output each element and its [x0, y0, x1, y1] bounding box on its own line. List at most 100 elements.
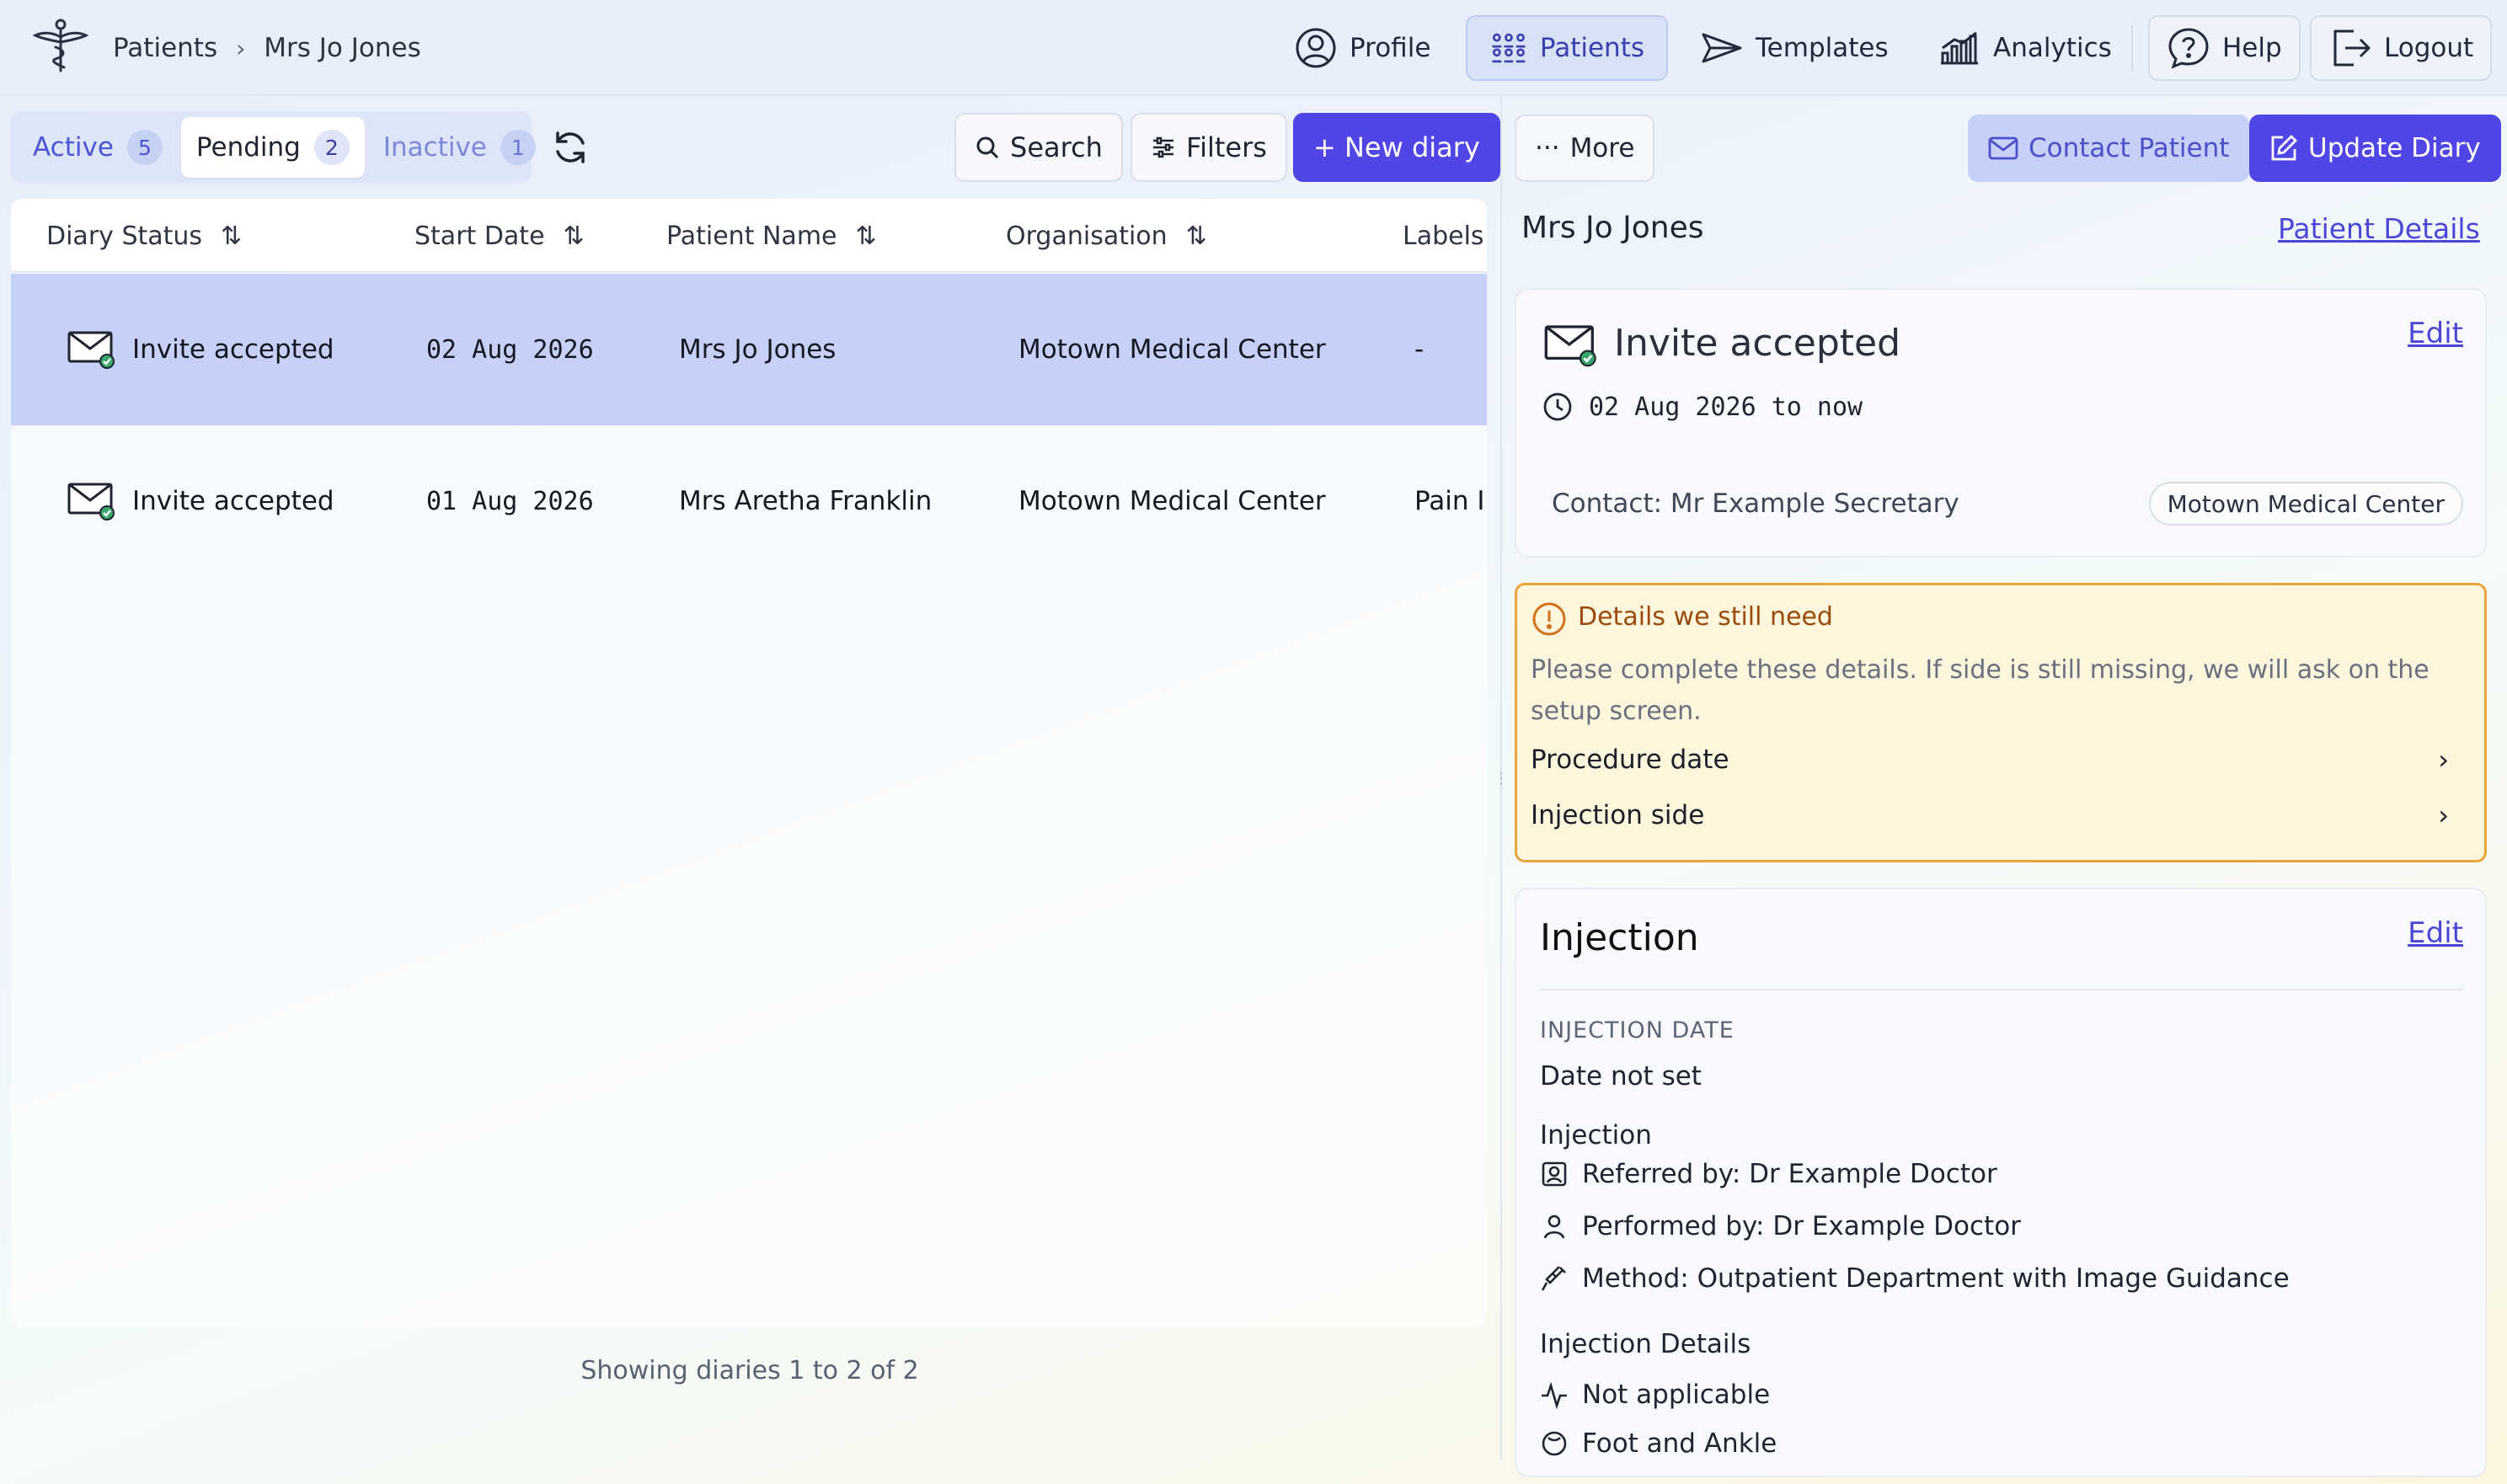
people-group-icon [1492, 33, 1526, 63]
more-button[interactable]: ··· More [1515, 115, 1655, 182]
referred-by-text: Referred by: Dr Example Doctor [1582, 1159, 1997, 1189]
header-diary-status-label: Diary Status [46, 221, 203, 251]
nav-patients[interactable]: Patients [1466, 15, 1668, 81]
user-icon [1543, 1214, 1565, 1239]
injection-detail-text: Not applicable [1582, 1380, 1771, 1410]
injection-card: Injection Edit INJECTION DATE Date not s… [1515, 888, 2487, 1477]
header-organisation-label: Organisation [1006, 221, 1168, 251]
help-bubble-icon [2168, 28, 2209, 69]
nav-templates-label: Templates [1756, 33, 1889, 63]
chevron-right-icon: › [2438, 744, 2449, 776]
table-header: Diary Status ⇅ Start Date ⇅ Patient Name… [11, 199, 1487, 273]
nav-help[interactable]: Help [2148, 15, 2301, 81]
caduceus-logo-icon[interactable] [32, 17, 89, 74]
nav-patients-label: Patients [1539, 33, 1644, 63]
refresh-icon[interactable] [549, 126, 591, 168]
cell-labels: Pain I [1414, 486, 1485, 516]
breadcrumb-current: Mrs Jo Jones [264, 33, 421, 63]
edit-square-icon [2271, 135, 2297, 161]
injection-detail-text: Foot and Ankle [1582, 1428, 1777, 1459]
tab-inactive-label: Inactive [382, 132, 487, 163]
tab-pending-label: Pending [195, 132, 301, 163]
diary-table: Diary Status ⇅ Start Date ⇅ Patient Name… [11, 199, 1487, 1327]
header-organisation[interactable]: Organisation ⇅ [1006, 199, 1207, 273]
header-patient-name[interactable]: Patient Name ⇅ [666, 199, 877, 273]
nav-profile[interactable]: Profile [1272, 15, 1452, 81]
tab-active-label: Active [33, 132, 114, 163]
method-row: Method: Outpatient Department with Image… [1540, 1263, 2290, 1294]
breadcrumb: Patients › Mrs Jo Jones [113, 0, 421, 96]
nav-analytics[interactable]: Analytics [1916, 15, 2134, 81]
injection-title: Injection [1540, 916, 1699, 959]
sort-icon: ⇅ [221, 221, 243, 251]
body-region-icon [1542, 1431, 1567, 1456]
nav-logout-label: Logout [2384, 33, 2474, 63]
diary-status-card: Invite accepted Edit 02 Aug 2026 to now … [1515, 288, 2487, 558]
drag-handle-icon[interactable]: ⋮ [1494, 770, 1509, 795]
header-labels-label: Labels [1403, 221, 1484, 251]
tab-inactive[interactable]: Inactive 1 [368, 117, 551, 178]
organisation-badge: Motown Medical Center [2148, 482, 2463, 526]
missing-item-label: Procedure date [1531, 745, 1729, 775]
tab-inactive-count: 1 [500, 130, 536, 165]
contact-patient-button[interactable]: Contact Patient [1968, 115, 2250, 182]
envelope-check-icon [67, 483, 115, 520]
divider [1540, 989, 2463, 990]
missing-injection-side[interactable]: Injection side › [1531, 791, 2466, 840]
chevron-right-icon: › [236, 34, 246, 62]
patient-name: Mrs Jo Jones [1521, 211, 1704, 245]
more-button-label: More [1569, 133, 1635, 163]
ellipsis-icon: ··· [1535, 133, 1560, 163]
pagination-summary: Showing diaries 1 to 2 of 2 [580, 1356, 919, 1385]
header-diary-status[interactable]: Diary Status ⇅ [46, 199, 242, 273]
mail-icon [1988, 136, 2018, 160]
nav-profile-label: Profile [1350, 33, 1431, 63]
injection-date-label: INJECTION DATE [1540, 1017, 1735, 1044]
table-row[interactable]: Invite accepted 02 Aug 2026 Mrs Jo Jones… [11, 274, 1487, 425]
nav-divider [2131, 25, 2133, 71]
cell-status: Invite accepted [67, 425, 334, 577]
edit-injection-link[interactable]: Edit [2408, 916, 2463, 950]
tab-pending[interactable]: Pending 2 [180, 117, 365, 178]
sort-icon: ⇅ [1185, 221, 1207, 251]
performed-by-text: Performed by: Dr Example Doctor [1582, 1211, 2021, 1241]
injection-details-label: Injection Details [1540, 1329, 1751, 1359]
tab-active-count: 5 [126, 130, 163, 165]
edit-status-link[interactable]: Edit [2408, 317, 2463, 350]
id-badge-icon [1542, 1161, 1567, 1187]
header-labels[interactable]: Labels [1403, 199, 1484, 273]
new-diary-button[interactable]: + New diary [1293, 113, 1500, 182]
performed-by-row: Performed by: Dr Example Doctor [1540, 1211, 2021, 1241]
cell-start-date: 02 Aug 2026 [426, 334, 594, 365]
cell-status: Invite accepted [67, 274, 334, 425]
nav-templates[interactable]: Templates [1678, 15, 1911, 81]
missing-procedure-date[interactable]: Procedure date › [1531, 735, 2466, 784]
cell-patient-name: Mrs Jo Jones [679, 334, 837, 365]
search-button[interactable]: Search [954, 113, 1123, 182]
chevron-right-icon: › [2438, 799, 2449, 831]
tab-active[interactable]: Active 5 [18, 117, 178, 178]
filters-button[interactable]: Filters [1131, 113, 1287, 182]
breadcrumb-patients[interactable]: Patients [113, 33, 217, 63]
header-start-date-label: Start Date [414, 221, 545, 251]
alert-circle-icon [1532, 602, 1566, 636]
update-diary-button[interactable]: Update Diary [2249, 115, 2501, 182]
send-icon [1702, 33, 1742, 63]
pulse-icon [1542, 1381, 1567, 1409]
diary-date-range: 02 Aug 2026 to now [1589, 392, 1863, 422]
table-row[interactable]: Invite accepted 01 Aug 2026 Mrs Aretha F… [11, 425, 1487, 577]
missing-details-alert: Details we still need Please complete th… [1515, 583, 2487, 862]
alert-title: Details we still need [1578, 602, 1833, 632]
patient-details-link[interactable]: Patient Details [2278, 212, 2480, 245]
search-button-label: Search [1010, 131, 1103, 163]
header-start-date[interactable]: Start Date ⇅ [414, 199, 585, 273]
filters-button-label: Filters [1186, 131, 1267, 163]
diary-status-title: Invite accepted [1614, 322, 1901, 365]
sort-icon: ⇅ [563, 221, 585, 251]
sliders-icon [1153, 136, 1173, 158]
top-bar: Patients › Mrs Jo Jones Profile Patients… [0, 0, 2507, 96]
nav-analytics-label: Analytics [1993, 33, 2112, 63]
user-circle-icon [1296, 28, 1336, 68]
nav-logout[interactable]: Logout [2310, 15, 2493, 81]
new-diary-button-label: + New diary [1313, 131, 1480, 163]
